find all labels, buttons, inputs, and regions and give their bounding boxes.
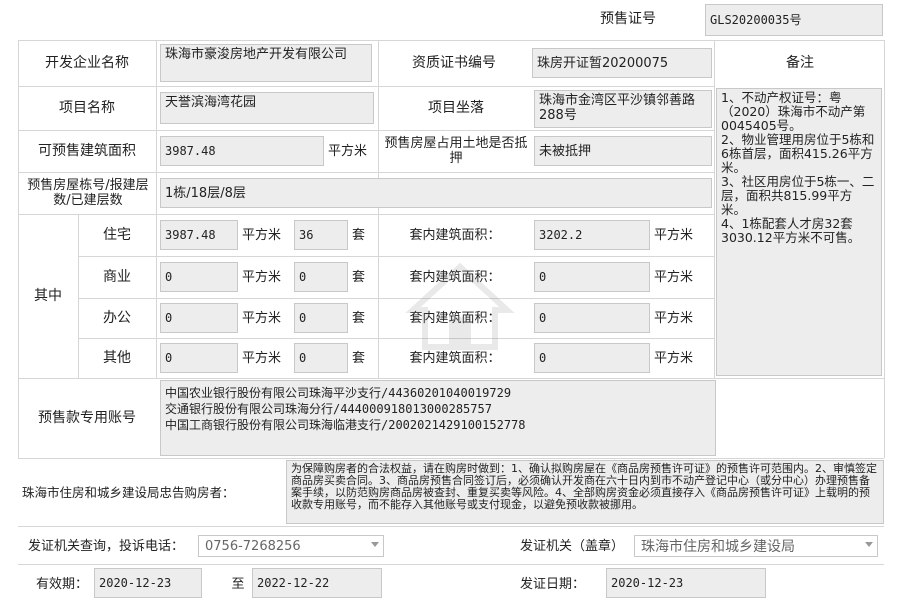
project-location-field: 珠海市金湾区平沙镇邻善路288号	[534, 90, 712, 128]
house-watermark-icon	[405, 262, 515, 350]
validity-to-field: 2022-12-22	[252, 568, 382, 598]
inquiry-phone-value: 0756-7268256	[205, 538, 301, 554]
cert-number-field: GLS20200035号	[705, 4, 883, 36]
breakdown-sets-unit: 套	[352, 227, 366, 243]
presale-area-unit: 平方米	[328, 143, 368, 159]
issue-date-field: 2020-12-23	[606, 568, 766, 598]
breakdown-inner-field: 3202.2	[534, 220, 650, 250]
breakdown-inner-unit: 平方米	[654, 227, 694, 243]
notice-field: 为保障购房者的合法权益，请在购房时做到：1、确认拟购房屋在《商品房预售许可证》的…	[286, 460, 884, 524]
building-field: 1栋/18层/8层	[160, 178, 712, 208]
issue-date-label: 发证日期：	[520, 576, 586, 592]
inquiry-phone-select[interactable]: 0756-7268256	[198, 535, 384, 557]
breakdown-sets-field: 0	[294, 343, 348, 373]
breakdown-area-field: 3987.48	[160, 220, 238, 250]
building-label: 预售房屋栋号/报建层数/已建层数	[27, 178, 149, 208]
chevron-down-icon	[371, 542, 379, 547]
mortgage-label: 预售房屋占用土地是否抵押	[384, 136, 528, 166]
issuer-select[interactable]: 珠海市住房和城乡建设局	[634, 535, 878, 557]
qualification-label: 资质证书编号	[412, 54, 496, 71]
developer-label: 开发企业名称	[45, 54, 129, 71]
breakdown-area-field: 0	[160, 343, 238, 373]
mortgage-field: 未被抵押	[534, 136, 712, 166]
presale-area-label: 可预售建筑面积	[38, 142, 136, 159]
account-line: 中国农业银行股份有限公司珠海平沙支行/44360201040019729	[165, 386, 512, 400]
project-location-label: 项目坐落	[428, 99, 484, 116]
issuer-value: 珠海市住房和城乡建设局	[641, 539, 795, 555]
breakdown-sets-field: 0	[294, 303, 348, 333]
breakdown-inner-label: 套内建筑面积：	[409, 227, 501, 243]
qualification-field: 珠房开证暂20200075	[532, 48, 712, 78]
remarks-field: 1、不动产权证号：粤（2020）珠海市不动产第0045405号。 2、物业管理用…	[716, 88, 882, 376]
breakdown-sets-field: 0	[294, 262, 348, 292]
breakdown-sets-field: 36	[294, 220, 348, 250]
breakdown-sets-unit: 套	[352, 269, 366, 285]
developer-field: 珠海市豪浚房地产开发有限公司	[160, 44, 372, 82]
presale-area-field: 3987.48	[160, 136, 324, 166]
validity-from-field: 2020-12-23	[94, 568, 202, 598]
project-name-field: 天誉滨海湾花园	[160, 92, 374, 124]
breakdown-sets-unit: 套	[352, 350, 366, 366]
breakdown-area-unit: 平方米	[242, 269, 282, 285]
breakdown-inner-unit: 平方米	[654, 310, 694, 326]
breakdown-sets-unit: 套	[352, 310, 366, 326]
notice-label: 珠海市住房和城乡建设局忠告购房者：	[22, 484, 235, 500]
breakdown-area-unit: 平方米	[242, 227, 282, 243]
account-line: 交通银行股份有限公司珠海分行/444000918013000285757	[165, 402, 492, 416]
remarks-label: 备注	[786, 54, 814, 71]
breakdown-inner-field: 0	[534, 262, 650, 292]
breakdown-type-label: 商业	[103, 268, 131, 285]
breakdown-area-unit: 平方米	[242, 350, 282, 366]
breakdown-type-label: 办公	[103, 309, 131, 326]
inquiry-label: 发证机关查询，投诉电话：	[28, 538, 185, 554]
validity-label: 有效期：	[36, 576, 89, 592]
cert-number-label: 预售证号	[600, 10, 656, 27]
breakdown-group-label: 其中	[34, 287, 62, 304]
accounts-field: 中国农业银行股份有限公司珠海平沙支行/44360201040019729 交通银…	[160, 380, 716, 456]
breakdown-area-field: 0	[160, 303, 238, 333]
breakdown-inner-unit: 平方米	[654, 350, 694, 366]
account-line: 中国工商银行股份有限公司珠海临港支行/2002021429100152778	[165, 418, 526, 432]
breakdown-area-field: 0	[160, 262, 238, 292]
breakdown-inner-field: 0	[534, 343, 650, 373]
validity-to-label: 至	[231, 576, 245, 592]
issuer-label: 发证机关（盖章）	[520, 538, 625, 554]
breakdown-area-unit: 平方米	[242, 310, 282, 326]
breakdown-type-label: 其他	[103, 349, 131, 366]
breakdown-type-label: 住宅	[103, 226, 131, 243]
accounts-label: 预售款专用账号	[38, 409, 136, 426]
breakdown-inner-field: 0	[534, 303, 650, 333]
chevron-down-icon	[865, 542, 873, 547]
project-name-label: 项目名称	[59, 99, 115, 116]
breakdown-inner-unit: 平方米	[654, 269, 694, 285]
